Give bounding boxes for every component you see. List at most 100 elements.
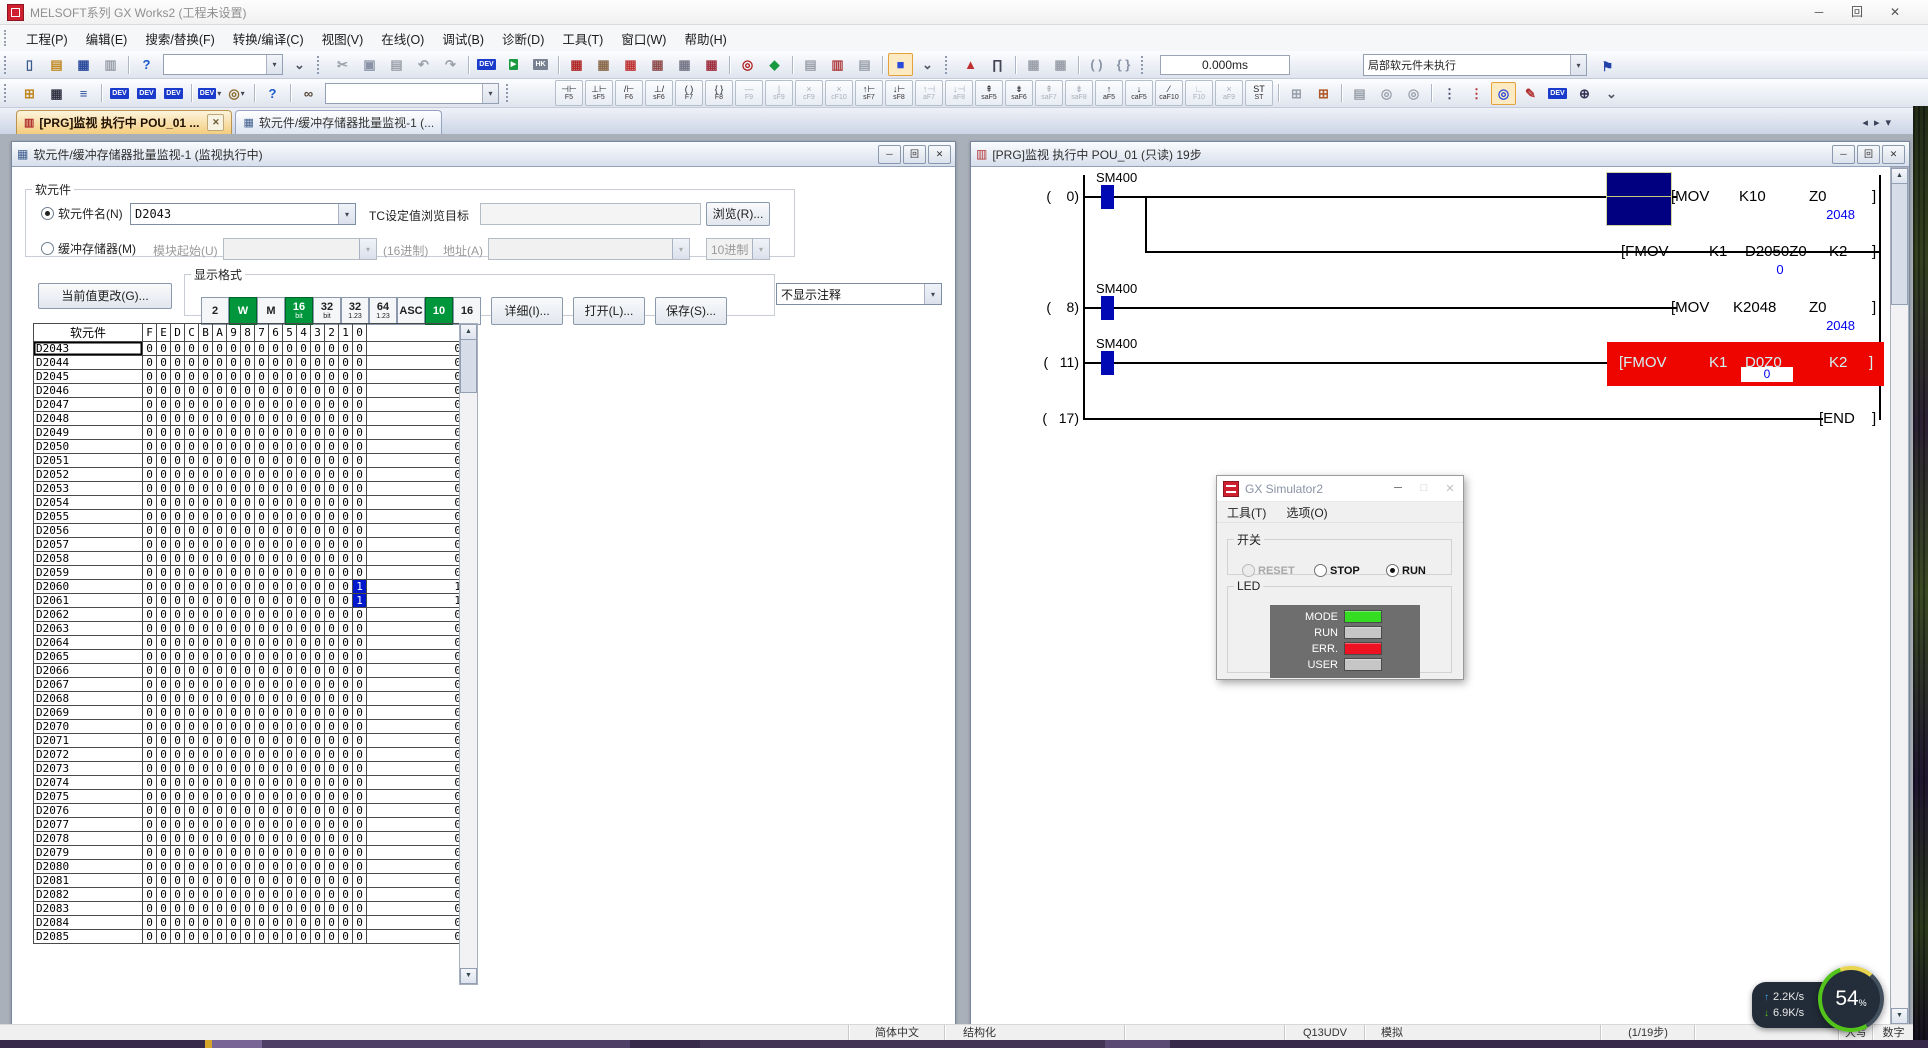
bit-cell[interactable]: 0 [143, 636, 157, 650]
bit-cell[interactable]: 0 [269, 916, 283, 930]
bit-cell[interactable]: 0 [213, 398, 227, 412]
bit-cell[interactable]: 0 [297, 762, 311, 776]
bit-cell[interactable]: 0 [171, 552, 185, 566]
bit-cell[interactable]: 0 [143, 930, 157, 944]
child-close-button[interactable]: ✕ [1882, 145, 1905, 164]
bit-cell[interactable]: 0 [339, 706, 353, 720]
bit-cell[interactable]: 0 [241, 580, 255, 594]
bit-cell[interactable]: 0 [185, 832, 199, 846]
bit-cell[interactable]: 0 [157, 566, 171, 580]
bit-cell[interactable]: 0 [143, 734, 157, 748]
find-zoom-icon[interactable]: ◎▾ [224, 82, 249, 105]
bit-cell[interactable]: 0 [353, 874, 367, 888]
scroll-up-icon[interactable]: ▲ [460, 324, 477, 340]
bit-cell[interactable]: 0 [213, 608, 227, 622]
module-configuration-icon[interactable]: ▦ [1021, 53, 1046, 76]
bit-cell[interactable]: 0 [199, 580, 213, 594]
ladder-symbol-button-sF6[interactable]: ⊥/sF6 [645, 80, 673, 106]
bit-cell[interactable]: 0 [241, 384, 255, 398]
window-close-button[interactable]: ✕ [1876, 0, 1914, 24]
bit-cell[interactable]: 0 [199, 832, 213, 846]
device-value-cell[interactable]: 0 [367, 664, 465, 678]
bit-cell[interactable]: 0 [325, 734, 339, 748]
menu-item[interactable]: 诊断(D) [493, 25, 553, 52]
monitor-overflow-icon[interactable]: ⌄ [915, 53, 940, 76]
find-next-block-icon[interactable]: ◎ [1401, 82, 1426, 105]
bit-cell[interactable]: 0 [311, 608, 325, 622]
bit-cell[interactable]: 0 [157, 762, 171, 776]
bit-cell[interactable]: 0 [353, 496, 367, 510]
device-value-cell[interactable]: 0 [367, 804, 465, 818]
bit-cell[interactable]: 0 [157, 790, 171, 804]
bit-cell[interactable]: 0 [143, 510, 157, 524]
ladder-symbol-button-aF8[interactable]: ↓⊣aF8 [945, 80, 973, 106]
device-name-cell[interactable]: D2083 [34, 902, 143, 916]
bit-cell[interactable]: 0 [157, 524, 171, 538]
bit-cell[interactable]: 0 [227, 552, 241, 566]
bit-cell[interactable]: 0 [325, 566, 339, 580]
bit-cell[interactable]: 0 [353, 650, 367, 664]
device-name-cell[interactable]: D2081 [34, 874, 143, 888]
bit-cell[interactable]: 0 [353, 692, 367, 706]
bit-cell[interactable]: 0 [171, 650, 185, 664]
bit-cell[interactable]: 0 [269, 664, 283, 678]
bit-cell[interactable]: 0 [241, 566, 255, 580]
bit-cell[interactable]: 0 [325, 384, 339, 398]
bit-cell[interactable]: 0 [283, 482, 297, 496]
undo-icon[interactable]: ↶ [411, 53, 436, 76]
bit-cell[interactable]: 0 [269, 874, 283, 888]
bit-cell[interactable]: 0 [241, 468, 255, 482]
bit-cell[interactable]: 0 [255, 398, 269, 412]
bit-cell[interactable]: 0 [255, 930, 269, 944]
menu-item[interactable]: 窗口(W) [612, 25, 675, 52]
bit-cell[interactable]: 0 [171, 538, 185, 552]
bit-cell[interactable]: 0 [185, 510, 199, 524]
write-to-plc-icon[interactable]: ▦ [564, 53, 589, 76]
bit-cell[interactable]: 0 [199, 860, 213, 874]
bit-cell[interactable]: 0 [353, 552, 367, 566]
ladder-selection-cursor[interactable] [1606, 172, 1672, 226]
bit-cell[interactable]: 0 [171, 622, 185, 636]
bit-cell[interactable]: 0 [269, 426, 283, 440]
bit-cell[interactable]: 0 [185, 356, 199, 370]
bit-cell[interactable]: 0 [269, 622, 283, 636]
simulator-menu-options[interactable]: 选项(O) [1276, 504, 1337, 521]
bit-cell[interactable]: 0 [157, 832, 171, 846]
bit-cell[interactable]: 0 [325, 846, 339, 860]
format-button-2[interactable]: 2 [201, 297, 229, 325]
instruction-arg[interactable]: K2048 [1733, 299, 1776, 316]
bit-cell[interactable]: 0 [283, 650, 297, 664]
bit-cell[interactable]: 0 [353, 524, 367, 538]
instruction-arg[interactable]: K2 [1829, 243, 1847, 260]
bit-cell[interactable]: 0 [255, 412, 269, 426]
device-value-cell[interactable]: 0 [367, 398, 465, 412]
bit-cell[interactable]: 0 [255, 734, 269, 748]
bit-cell[interactable]: 0 [171, 916, 185, 930]
bit-cell[interactable]: 0 [283, 370, 297, 384]
bit-cell[interactable]: 0 [241, 678, 255, 692]
bit-cell[interactable]: 0 [157, 650, 171, 664]
bit-cell[interactable]: 0 [185, 818, 199, 832]
device-value-cell[interactable]: 0 [367, 482, 465, 496]
bit-cell[interactable]: 0 [213, 860, 227, 874]
bit-cell[interactable]: 0 [255, 510, 269, 524]
bit-cell[interactable]: 0 [297, 888, 311, 902]
bit-cell[interactable]: 0 [143, 678, 157, 692]
device-value-cell[interactable]: 0 [367, 552, 465, 566]
bit-cell[interactable]: 0 [297, 832, 311, 846]
bit-cell[interactable]: 0 [269, 566, 283, 580]
bit-cell[interactable]: 0 [269, 902, 283, 916]
bit-cell[interactable]: 0 [283, 790, 297, 804]
device-value-cell[interactable]: 0 [367, 342, 465, 356]
bit-cell[interactable]: 0 [297, 510, 311, 524]
bit-cell[interactable]: 0 [185, 384, 199, 398]
bit-cell[interactable]: 0 [143, 748, 157, 762]
bit-cell[interactable]: 0 [199, 566, 213, 580]
menu-item[interactable]: 视图(V) [313, 25, 373, 52]
bit-cell[interactable]: 0 [213, 832, 227, 846]
format-button-10[interactable]: 10 [425, 297, 453, 325]
bit-cell[interactable]: 0 [199, 454, 213, 468]
bit-cell[interactable]: 0 [311, 692, 325, 706]
menu-item[interactable]: 调试(B) [433, 25, 493, 52]
bit-cell[interactable]: 0 [241, 790, 255, 804]
